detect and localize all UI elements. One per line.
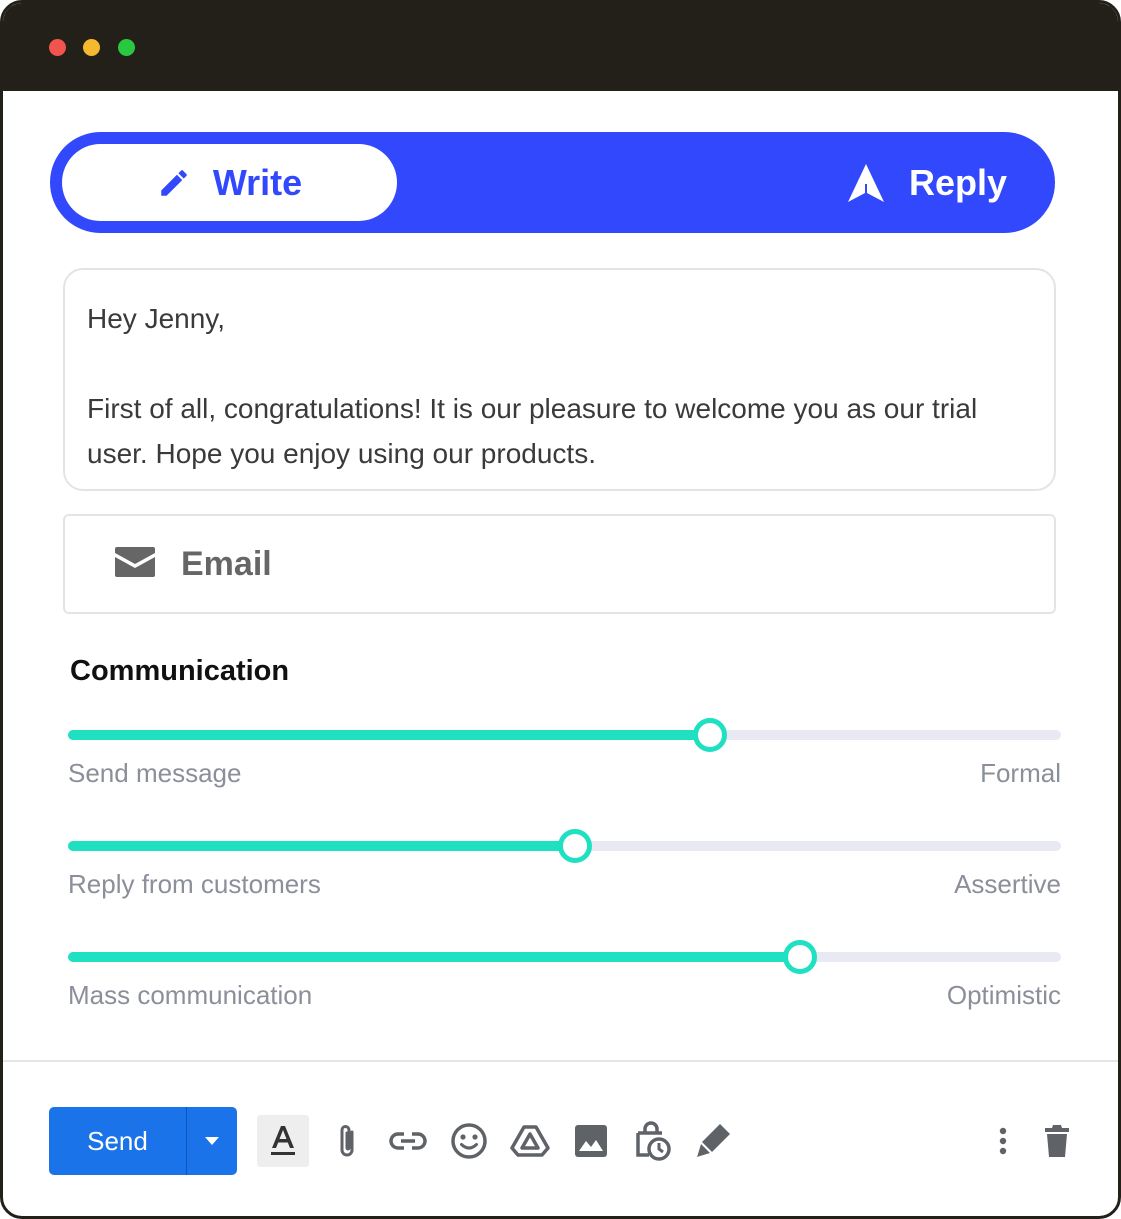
drive-icon[interactable] [504, 1115, 556, 1167]
schedule-icon[interactable] [626, 1115, 678, 1167]
signature-icon[interactable] [687, 1115, 739, 1167]
minimize-window-button[interactable] [83, 39, 100, 56]
pencil-icon [157, 166, 191, 200]
toolbar-divider [3, 1060, 1118, 1062]
message-greeting: Hey Jenny, [87, 303, 225, 334]
slider-left-label: Reply from customers [68, 869, 321, 899]
slider-fill [68, 952, 800, 962]
channel-selector[interactable]: Email [63, 514, 1056, 614]
envelope-icon [115, 546, 155, 582]
slider-right-label: Optimistic [946, 980, 1061, 1010]
text-format-icon[interactable] [257, 1115, 309, 1167]
tab-reply[interactable]: Reply [847, 144, 1007, 221]
slider-right-label: Assertive [954, 869, 1061, 899]
send-button[interactable]: Send [49, 1107, 186, 1175]
mode-toggle: Write Reply [50, 132, 1055, 233]
close-window-button[interactable] [49, 39, 66, 56]
emoji-icon[interactable] [443, 1115, 495, 1167]
link-icon[interactable] [382, 1115, 434, 1167]
communication-title: Communication [70, 655, 290, 687]
slider-left-label: Mass communication [68, 980, 313, 1010]
slider-optimistic: Mass communication Optimistic [68, 940, 1061, 1022]
slider-fill [68, 841, 576, 851]
slider-thumb[interactable] [558, 829, 593, 863]
more-icon[interactable] [977, 1115, 1029, 1167]
slider-thumb[interactable] [693, 718, 728, 752]
slider-right-label: Formal [980, 758, 1061, 788]
app-window: Write Reply Hey Jenny, First of all, con… [0, 0, 1121, 1219]
attach-icon[interactable] [321, 1115, 373, 1167]
slider-assertive: Reply from customers Assertive [68, 829, 1061, 911]
message-editor[interactable]: Hey Jenny, First of all, congratulations… [63, 268, 1056, 491]
maximize-window-button[interactable] [118, 39, 135, 56]
navigation-arrow-icon [847, 163, 885, 203]
title-bar [3, 3, 1118, 91]
trash-icon[interactable] [1031, 1115, 1083, 1167]
slider-fill [68, 730, 711, 740]
slider-left-label: Send message [68, 758, 242, 788]
send-button-group: Send [49, 1107, 237, 1175]
channel-label: Email [181, 544, 272, 583]
tab-reply-label: Reply [908, 161, 1007, 203]
tab-write-label: Write [212, 161, 303, 203]
slider-formal: Send message Formal [68, 718, 1061, 800]
photo-icon[interactable] [565, 1115, 617, 1167]
slider-thumb[interactable] [782, 940, 817, 974]
message-body: First of all, congratulations! It is our… [87, 393, 978, 469]
tab-write[interactable]: Write [62, 144, 397, 221]
caret-down-icon [205, 1132, 219, 1150]
send-options-button[interactable] [187, 1107, 237, 1175]
